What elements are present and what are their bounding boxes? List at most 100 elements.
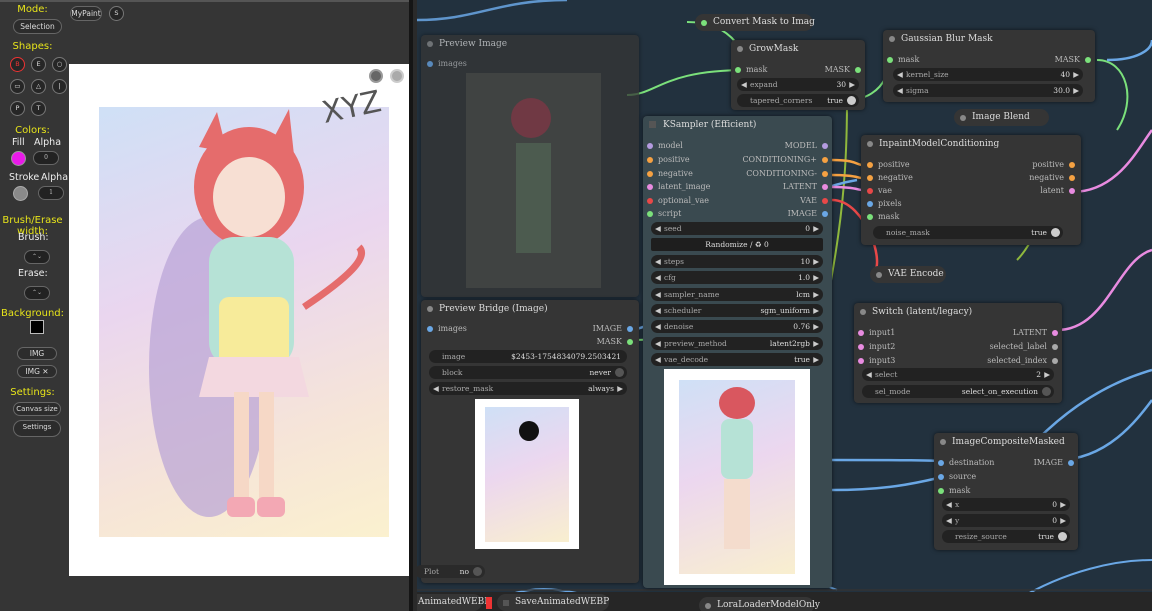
switch-latent-node[interactable]: Switch (latent/legacy) input1 input2 inp… [854,303,1062,403]
scheduler-combo[interactable]: ◀ scheduler sgm_uniform ▶ [651,304,823,317]
zoom-in-icon[interactable] [390,69,404,83]
pencil-shape-button[interactable]: P [10,101,25,116]
ksampler-output-cond-pos[interactable]: CONDITIONING+ [742,155,828,164]
eraser-shape-button[interactable]: E [31,57,46,72]
inpaint-input-negative[interactable]: negative [867,173,913,182]
preview-bridge-output-image[interactable]: IMAGE [593,324,633,333]
inpaint-output-negative[interactable]: negative [1029,173,1075,182]
preview-image-node[interactable]: Preview Image images [421,35,639,297]
ksampler-input-optional-vae[interactable]: optional_vae [647,196,709,205]
preview-bridge-input-images[interactable]: images [427,324,467,333]
ksampler-input-negative[interactable]: negative [647,169,693,178]
canvas-size-button[interactable]: Canvas size [13,402,61,416]
image-blend-node[interactable]: Image Blend [954,109,1049,126]
tapered-corners-toggle[interactable]: tapered_corners true [737,94,859,107]
switch-input3[interactable]: input3 [858,356,895,365]
expand-widget[interactable]: ◀ expand 30 ▶ [737,78,859,91]
sampler-name-combo[interactable]: ◀ sampler_name lcm ▶ [651,288,823,301]
erase-width-spinner[interactable]: ⌃⌄ [24,286,50,300]
steps-widget[interactable]: ◀ steps 10 ▶ [651,255,823,268]
fill-alpha-spinner[interactable]: 0 [33,151,59,165]
randomize-button[interactable]: Randomize / ♻ 0 [651,238,823,251]
select-widget[interactable]: ◀ select 2 ▶ [862,368,1054,381]
switch-input1[interactable]: input1 [858,328,895,337]
restore-mask-combo[interactable]: ◀ restore_mask always ▶ [429,382,627,395]
gaussian-input-mask[interactable]: mask [887,55,919,64]
ksampler-output-image[interactable]: IMAGE [788,209,828,218]
ksampler-output-model[interactable]: MODEL [785,141,828,150]
load-image-button[interactable]: IMG [17,347,57,360]
mypaint-button[interactable]: MyPaint [70,6,102,21]
save-animated-webp-node[interactable]: SaveAnimatedWEBP [497,594,609,611]
vae-encode-node[interactable]: VAE Encode [870,266,946,283]
ksampler-input-positive[interactable]: positive [647,155,690,164]
sel-mode-toggle[interactable]: sel_mode select_on_execution [862,385,1054,398]
ksampler-output-latent[interactable]: LATENT [783,182,828,191]
composite-input-source[interactable]: source [938,472,976,481]
node-graph-canvas[interactable]: Preview Image images Preview Bridge (Ima… [417,0,1152,611]
cfg-widget[interactable]: ◀ cfg 1.0 ▶ [651,271,823,284]
image-composite-masked-node[interactable]: ImageCompositeMasked destination source … [934,433,1078,550]
remove-image-button[interactable]: IMG ✕ [17,365,57,378]
preview-bridge-node[interactable]: Preview Bridge (Image) images IMAGE MASK… [417,300,639,583]
ksampler-output-vae[interactable]: VAE [800,196,828,205]
switch-output-selected-label[interactable]: selected_label [990,342,1058,351]
composite-x-widget[interactable]: ◀ x 0 ▶ [942,498,1070,511]
resize-source-toggle[interactable]: resize_source true [942,530,1070,543]
zoom-out-icon[interactable] [369,69,383,83]
text-shape-button[interactable]: T [31,101,46,116]
lora-loader-node[interactable]: LoraLoaderModelOnly [699,597,820,611]
noise-mask-toggle[interactable]: noise_mask true [873,226,1063,239]
inpaint-input-positive[interactable]: positive [867,160,910,169]
s-button[interactable]: S [109,6,124,21]
inpaint-input-pixels[interactable]: pixels [867,199,902,208]
brush-width-spinner[interactable]: ⌃⌄ [24,250,50,264]
composite-input-destination[interactable]: destination [938,458,994,467]
ksampler-efficient-node[interactable]: KSampler (Efficient) model positive nega… [643,116,832,588]
denoise-widget[interactable]: ◀ denoise 0.76 ▶ [651,320,823,333]
mode-selection-button[interactable]: Selection [13,19,62,34]
inpaint-input-vae[interactable]: vae [867,186,892,195]
gaussian-output-mask[interactable]: MASK [1055,55,1091,64]
grow-mask-node[interactable]: GrowMask mask MASK ◀ expand 30 ▶ tapered_co… [731,40,865,110]
block-toggle[interactable]: block never [429,366,627,379]
sigma-widget[interactable]: ◀ sigma 30.0 ▶ [893,84,1083,97]
inpaint-model-conditioning-node[interactable]: InpaintModelConditioning positive negati… [861,135,1081,245]
seed-widget[interactable]: ◀ seed 0 ▶ [651,222,823,235]
circle-shape-button[interactable]: ○ [52,57,67,72]
brush-shape-button[interactable]: B [10,57,25,72]
animated-webp-node[interactable]: AnimatedWEBP [417,594,490,611]
inpaint-output-positive[interactable]: positive [1032,160,1075,169]
switch-output-selected-index[interactable]: selected_index [987,356,1058,365]
plot-toggle[interactable]: Plot no [417,565,485,578]
ksampler-output-cond-neg[interactable]: CONDITIONING- [746,169,828,178]
gaussian-blur-mask-node[interactable]: Gaussian Blur Mask mask MASK ◀ kernel_siz… [883,30,1095,102]
convert-mask-to-image-node[interactable]: Convert Mask to Imag [695,14,815,31]
ksampler-input-model[interactable]: model [647,141,683,150]
rectangle-shape-button[interactable]: ▭ [10,79,25,94]
grow-mask-output-mask[interactable]: MASK [825,65,861,74]
line-shape-button[interactable]: | [52,79,67,94]
composite-output-image[interactable]: IMAGE [1034,458,1074,467]
fill-color-swatch[interactable] [11,151,26,166]
preview-method-combo[interactable]: ◀ preview_method latent2rgb ▶ [651,337,823,350]
preview-image-input-images[interactable]: images [427,59,467,68]
background-color-swatch[interactable] [30,320,44,334]
stroke-color-swatch[interactable] [13,186,28,201]
grow-mask-input-mask[interactable]: mask [735,65,767,74]
composite-y-widget[interactable]: ◀ y 0 ▶ [942,514,1070,527]
drawing-canvas[interactable]: XYZ [69,64,409,576]
image-path-widget[interactable]: image $2453-1754834079.2503421 [429,350,627,363]
ksampler-input-latent[interactable]: latent_image [647,182,710,191]
switch-input2[interactable]: input2 [858,342,895,351]
composite-input-mask[interactable]: mask [938,486,970,495]
vae-decode-combo[interactable]: ◀ vae_decode true ▶ [651,353,823,366]
inpaint-output-latent[interactable]: latent [1040,186,1075,195]
stroke-alpha-spinner[interactable]: 1 [38,186,64,200]
triangle-shape-button[interactable]: △ [31,79,46,94]
settings-button[interactable]: Settings [13,420,61,437]
ksampler-input-script[interactable]: script [647,209,681,218]
inpaint-input-mask[interactable]: mask [867,212,899,221]
preview-bridge-output-mask[interactable]: MASK [597,337,633,346]
switch-output-latent[interactable]: LATENT [1013,328,1058,337]
